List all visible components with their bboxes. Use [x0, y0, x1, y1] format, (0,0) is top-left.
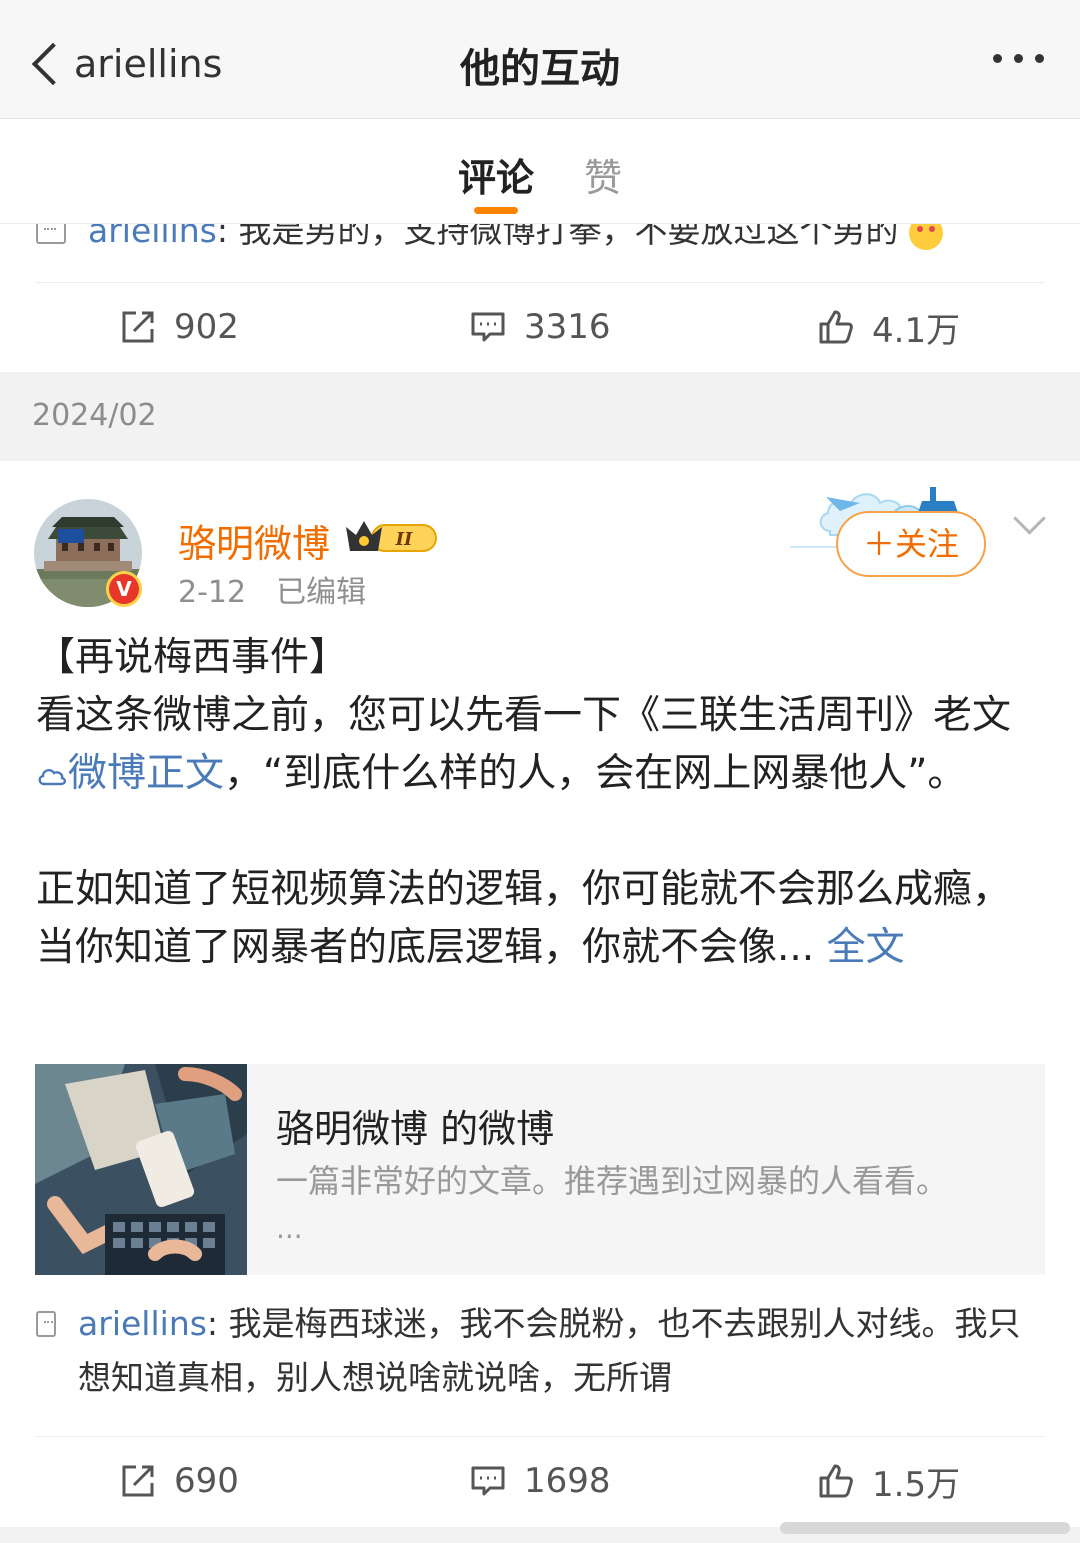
date-separator-label: 2024/02	[32, 398, 157, 433]
more-dot-icon	[1014, 54, 1023, 63]
tab-bar: 评论 赞	[0, 119, 1080, 224]
navigation-bar: ariellins 他的互动	[0, 0, 1080, 119]
more-dot-icon	[993, 54, 1002, 63]
comment-button[interactable]: 1698	[470, 1436, 611, 1526]
thumbs-up-icon	[819, 310, 853, 344]
my-comment[interactable]: ariellins: 我是梅西球迷，我不会脱粉，也不去跟别人对线。我只想知道真相…	[36, 1297, 1026, 1405]
link-cloud-icon	[38, 768, 67, 786]
page-title: 他的互动	[460, 46, 620, 92]
edited-label: 已编辑	[276, 575, 367, 610]
home-indicator	[780, 1522, 1070, 1534]
date-separator: 2024/02	[0, 374, 1080, 460]
post-meta: 2-12 已编辑	[178, 567, 366, 611]
comment-user-link[interactable]: ariellins	[78, 1304, 207, 1343]
share-button[interactable]: 690	[120, 1436, 239, 1526]
follow-button[interactable]: ＋关注	[836, 511, 986, 577]
share-count: 690	[174, 1461, 239, 1501]
embedded-post-thumbnail	[35, 1064, 247, 1275]
like-count: 4.1万	[872, 310, 961, 351]
interaction-card: V 骆明微博 II 2-12 已编辑 ＋关注 【再说梅西事件】 看这条微博之前，您…	[0, 461, 1080, 1527]
comment-quote-icon	[36, 1311, 57, 1337]
post-text: 【再说梅西事件】 看这条微博之前，您可以先看一下《三联生活周刊》老文微博正文，“…	[36, 629, 1036, 977]
weibo-article-link[interactable]: 微博正文	[36, 751, 224, 796]
share-icon	[122, 311, 154, 343]
comment-icon	[471, 1466, 505, 1496]
comment-count: 1698	[524, 1461, 611, 1501]
post-text-segment: 看这条微博之前，您可以先看一下《三联生活周刊》老文	[36, 693, 1012, 738]
like-button[interactable]: 1.5万	[818, 1436, 960, 1526]
embedded-post-ellipsis: ...	[276, 1212, 303, 1245]
action-bar: 902 3316 4.1万	[0, 282, 1080, 372]
share-button[interactable]: 902	[120, 282, 239, 372]
post-title-line: 【再说梅西事件】	[36, 635, 349, 680]
like-count: 1.5万	[872, 1464, 961, 1505]
comment-count: 3316	[524, 307, 611, 347]
embedded-post-card[interactable]: 骆明微博 的微博 一篇非常好的文章。推荐遇到过网暴的人看看。 ...	[35, 1064, 1045, 1275]
full-text-link[interactable]: 全文	[827, 925, 905, 970]
more-options-button[interactable]	[993, 54, 1044, 63]
weibo-article-link-label: 微博正文	[68, 751, 225, 796]
level-badge-text: II	[395, 529, 413, 550]
comment-user-link[interactable]: ariellins	[88, 224, 217, 250]
tab-likes[interactable]: 赞	[584, 147, 622, 202]
embedded-post-desc: 一篇非常好的文章。推荐遇到过网暴的人看看。	[276, 1162, 949, 1200]
tab-comments[interactable]: 评论	[458, 147, 534, 202]
like-button[interactable]: 4.1万	[818, 282, 960, 372]
comment-text: : 我是男的，支持微博打拳，不要放过这个男的	[216, 224, 899, 250]
post-date: 2-12	[178, 575, 247, 610]
thumbs-up-icon	[819, 1464, 853, 1498]
more-dot-icon	[1035, 54, 1044, 63]
post-text-segment: ，“到底什么样的人，会在网上网暴他人”。	[224, 751, 967, 796]
author-name[interactable]: 骆明微博	[178, 513, 330, 568]
chevron-down-icon[interactable]	[1013, 502, 1046, 535]
comment-text: : 我是梅西球迷，我不会脱粉，也不去跟别人对线。我只想知道真相，别人想说啥就说啥…	[78, 1304, 1021, 1397]
embedded-post-title: 骆明微博 的微博	[276, 1107, 555, 1151]
heart-eyes-emoji-icon	[908, 224, 943, 250]
crown-level-badge-icon: II	[346, 521, 437, 552]
action-bar: 690 1698 1.5万	[0, 1436, 1080, 1526]
active-tab-indicator	[474, 207, 518, 214]
comment-quote-icon	[36, 224, 66, 244]
share-icon	[122, 1465, 154, 1497]
share-count: 902	[174, 307, 239, 347]
verified-badge: V	[106, 571, 142, 607]
comment-icon	[471, 312, 505, 342]
interaction-card: ariellins: 我是男的，支持微博打拳，不要放过这个男的 902 3316…	[0, 224, 1080, 372]
comment-button[interactable]: 3316	[470, 282, 611, 372]
my-comment[interactable]: ariellins: 我是男的，支持微博打拳，不要放过这个男的	[36, 224, 943, 258]
